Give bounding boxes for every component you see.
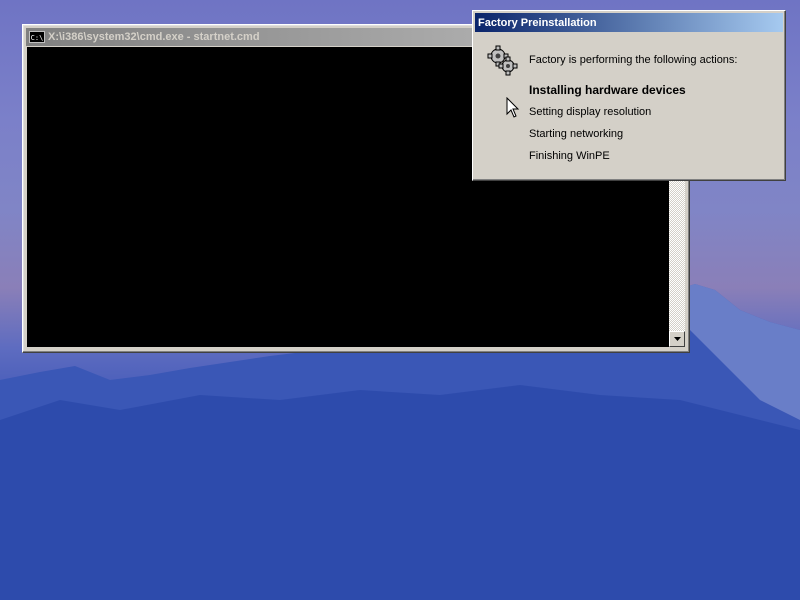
action-item-finishing-winpe: Finishing WinPE (529, 150, 610, 162)
action-item-display-resolution: Setting display resolution (529, 106, 652, 118)
mouse-cursor-icon (506, 97, 520, 118)
cmd-icon[interactable]: C:\ (29, 31, 45, 43)
scroll-down-button[interactable] (669, 331, 685, 347)
cmd-window-title: X:\i386\system32\cmd.exe - startnet.cmd (48, 31, 260, 43)
dialog-title: Factory Preinstallation (478, 16, 597, 29)
action-item-installing-hardware: Installing hardware devices (529, 83, 686, 97)
action-item-starting-networking: Starting networking (529, 128, 624, 140)
gears-icon (487, 45, 518, 76)
chevron-down-icon (673, 337, 681, 341)
factory-titlebar[interactable]: Factory Preinstallation (475, 13, 783, 32)
dialog-intro-text: Factory is performing the following acti… (529, 54, 738, 66)
factory-preinstallation-dialog: Factory Preinstallation Factory is perfo… (472, 10, 786, 181)
action-list: Installing hardware devices Setting disp… (529, 83, 686, 171)
